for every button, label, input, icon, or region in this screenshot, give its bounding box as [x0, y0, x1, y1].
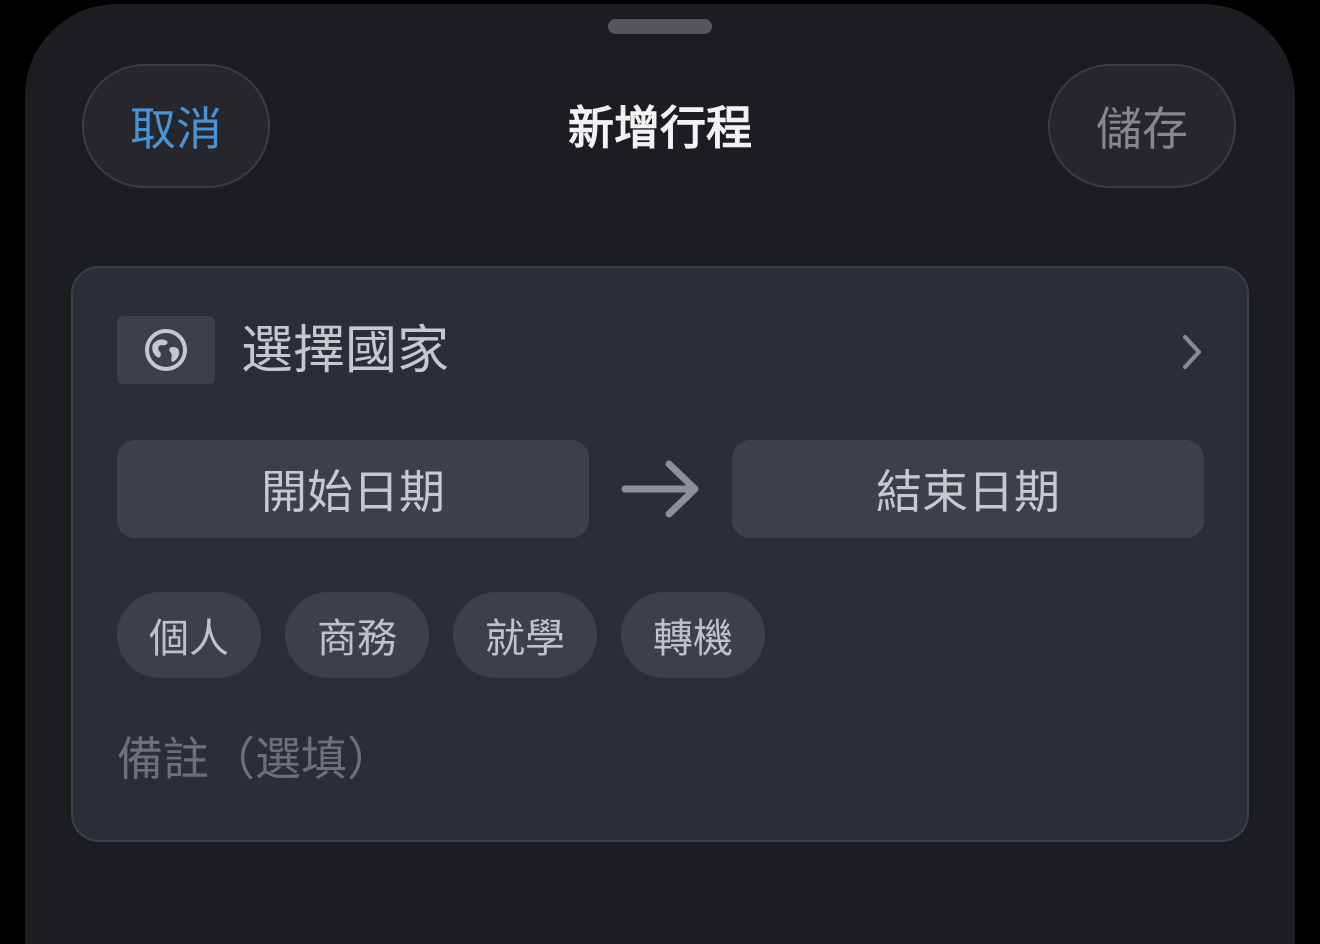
- arrow-right-icon: [621, 460, 699, 518]
- trip-type-chip-business[interactable]: 商務: [285, 592, 429, 678]
- globe-icon-container: [117, 316, 215, 384]
- save-button[interactable]: 儲存: [1048, 64, 1236, 188]
- trip-type-chip-transit[interactable]: 轉機: [621, 592, 765, 678]
- trip-form-card: 選擇國家 開始日期 結束日期 個人 商務 就學 轉機: [71, 266, 1249, 842]
- trip-type-chip-personal[interactable]: 個人: [117, 592, 261, 678]
- trip-type-chip-study[interactable]: 就學: [453, 592, 597, 678]
- end-date-button[interactable]: 結束日期: [732, 440, 1204, 538]
- globe-icon: [145, 329, 187, 371]
- cancel-button[interactable]: 取消: [82, 64, 270, 188]
- country-label: 選擇國家: [241, 321, 450, 381]
- notes-input[interactable]: [117, 728, 1207, 790]
- country-selector[interactable]: 選擇國家: [117, 316, 1207, 386]
- start-date-button[interactable]: 開始日期: [117, 440, 589, 538]
- sheet-grabber[interactable]: [608, 19, 712, 34]
- page-title: 新增行程: [568, 101, 752, 155]
- chevron-right-icon: [1183, 335, 1201, 369]
